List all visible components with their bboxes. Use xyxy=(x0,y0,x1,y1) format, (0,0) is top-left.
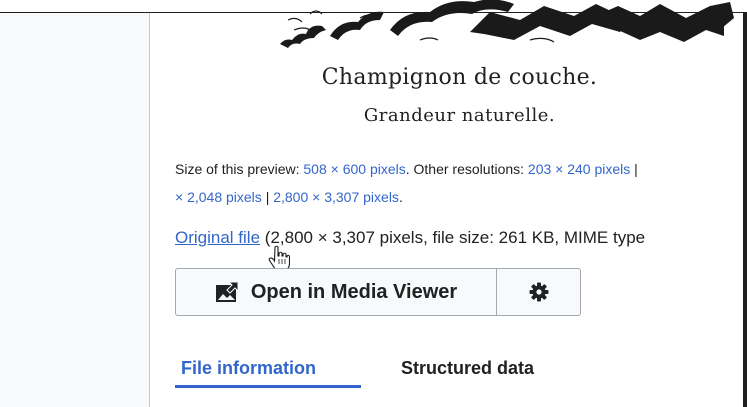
gear-icon xyxy=(529,282,548,302)
other-resolutions-label: . Other resolutions: xyxy=(405,161,525,177)
preview-size-line: Size of this preview: 508 × 600 pixels. … xyxy=(175,161,638,177)
media-viewer-settings-button[interactable] xyxy=(497,268,581,316)
resolution-link-2048[interactable]: × 2,048 pixels xyxy=(175,189,262,205)
open-in-media-viewer-button[interactable]: Open in Media Viewer xyxy=(175,268,497,316)
file-tabs: File information Structured data xyxy=(175,358,536,388)
media-viewer-button-group: Open in Media Viewer xyxy=(175,268,581,316)
left-sidebar-gutter xyxy=(0,13,150,407)
tab-structured-data[interactable]: Structured data xyxy=(399,358,536,388)
resolution-line-end: . xyxy=(398,189,403,205)
mushroom-engraving-image[interactable] xyxy=(270,0,740,48)
image-caption-subtitle: Grandeur naturelle. xyxy=(363,105,556,126)
preview-size-label: Size of this preview: xyxy=(175,161,300,177)
original-file-details: (2,800 × 3,307 pixels, file size: 261 KB… xyxy=(264,228,646,247)
open-image-icon xyxy=(215,281,239,302)
resolution-separator: | xyxy=(634,161,638,177)
resolution-separator: | xyxy=(265,189,270,205)
preview-size-link[interactable]: 508 × 600 pixels xyxy=(303,161,405,177)
resolution-link-203[interactable]: 203 × 240 pixels xyxy=(528,161,630,177)
open-in-media-viewer-label: Open in Media Viewer xyxy=(250,280,458,303)
image-caption-title: Champignon de couche. xyxy=(321,65,598,90)
tab-file-information[interactable]: File information xyxy=(175,358,361,388)
resolution-link-2800[interactable]: 2,800 × 3,307 pixels xyxy=(273,189,399,205)
original-file-line: Original file (2,800 × 3,307 pixels, fil… xyxy=(175,228,645,248)
original-file-link[interactable]: Original file xyxy=(175,228,260,247)
resolutions-line-2: × 2,048 pixels | 2,800 × 3,307 pixels. xyxy=(175,189,403,205)
